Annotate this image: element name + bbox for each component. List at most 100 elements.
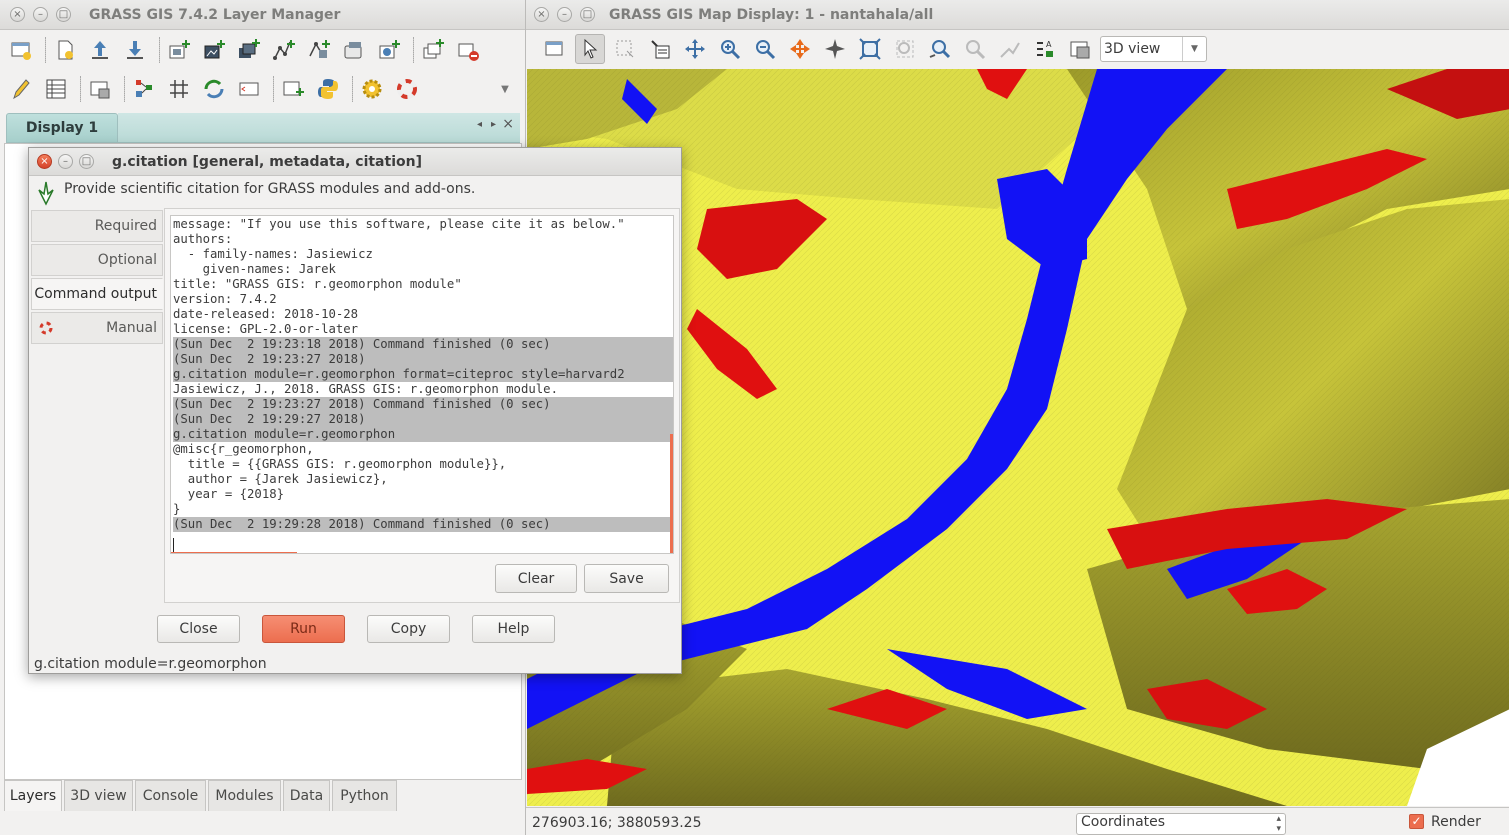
tab-console[interactable]: Console [135,780,206,811]
select-icon[interactable] [610,34,640,64]
tab-left-arrow-icon[interactable]: ◂ [477,119,482,130]
maximize-icon[interactable]: □ [580,7,595,22]
help-lifebuoy-icon[interactable] [392,74,422,104]
output-line: message: "If you use this software, plea… [173,217,625,231]
dialog-title: g.citation [general, metadata, citation] [112,153,422,170]
close-icon[interactable]: × [10,7,25,22]
tab-right-arrow-icon[interactable]: ▸ [491,119,496,130]
toolbar-overflow-chevron-icon[interactable]: ▼ [490,74,520,104]
remove-layer-icon[interactable] [453,35,483,65]
save-button[interactable]: Save [584,564,669,593]
add-raster-icon[interactable] [164,35,194,65]
map-calculator-icon[interactable] [85,74,115,104]
output-line: author = {Jarek Jasiewicz}, [173,472,388,486]
close-icon[interactable]: × [534,7,549,22]
add-overlay-icon[interactable] [339,35,369,65]
fly-through-icon[interactable] [820,34,850,64]
zoom-in-icon[interactable] [715,34,745,64]
tab-required[interactable]: Required [31,210,163,242]
maximize-icon[interactable]: □ [56,7,71,22]
dialog-status-command: g.citation module=r.geomorphon [34,656,267,672]
clear-button[interactable]: Clear [495,564,577,593]
query-icon[interactable] [645,34,675,64]
output-line: } [173,502,181,516]
output-line: @misc{r_geomorphon, [173,442,314,456]
tab-manual[interactable]: Manual [31,312,163,344]
output-line: year = {2018} [173,487,285,501]
output-line: Jasiewicz, J., 2018. GRASS GIS: r.geomor… [173,382,558,396]
zoom-out-icon[interactable] [750,34,780,64]
zoom-region-icon[interactable] [890,34,920,64]
minimize-icon[interactable]: – [58,154,73,169]
display-tab-strip: ◂ ▸ × [118,113,520,143]
navigation-icon[interactable] [785,34,815,64]
output-line: title: "GRASS GIS: r.geomorphon module" [173,277,462,291]
settings-gear-icon[interactable] [357,74,387,104]
dialog-titlebar[interactable]: × – □ g.citation [general, metadata, cit… [29,148,681,176]
render-checkbox[interactable]: ✓ [1409,814,1424,829]
add-raster-misc-icon[interactable] [199,35,229,65]
updown-icon: ▴ ▾ [1276,814,1281,834]
tab-data[interactable]: Data [283,780,330,811]
tab-modules[interactable]: Modules [208,780,281,811]
layer-manager-titlebar[interactable]: × – □ GRASS GIS 7.4.2 Layer Manager [0,0,525,30]
zoom-back-icon[interactable] [925,34,955,64]
coordinates-readout: 276903.16; 3880593.25 [532,815,702,831]
help-button[interactable]: Help [472,615,555,643]
layer-manager-toolbar-1 [0,32,525,68]
zoom-extent-icon[interactable] [855,34,885,64]
python-shell-icon[interactable] [313,74,343,104]
open-workspace-icon[interactable] [85,35,115,65]
output-scroll-indicator[interactable] [171,552,297,553]
launch-script-icon[interactable] [278,74,308,104]
minimize-icon[interactable]: – [557,7,572,22]
tab-3d-view[interactable]: 3D view [64,780,133,811]
analyze-icon[interactable] [995,34,1025,64]
tab-layers[interactable]: Layers [4,780,62,811]
tab-close-icon[interactable]: × [502,116,514,132]
add-group-icon[interactable] [418,35,448,65]
minimize-icon[interactable]: – [33,7,48,22]
overlay-text-icon[interactable]: A [1030,34,1060,64]
pointer-icon[interactable] [575,34,605,64]
copy-button[interactable]: Copy [367,615,450,643]
output-panel: message: "If you use this software, plea… [164,208,680,603]
svg-text:A: A [1046,40,1052,49]
georectifier-icon[interactable] [164,74,194,104]
output-textarea[interactable]: message: "If you use this software, plea… [170,215,674,554]
output-line-highlighted: g.citation module=r.geomorphon format=ci… [173,367,673,382]
output-line-highlighted: (Sun Dec 2 19:23:27 2018) Command finish… [173,397,673,412]
edit-vector-icon[interactable] [6,74,36,104]
map-display-titlebar[interactable]: × – □ GRASS GIS Map Display: 1 - nantaha… [526,0,1509,30]
add-vector-misc-icon[interactable] [304,35,334,65]
new-workspace-icon[interactable] [50,35,80,65]
display-tab[interactable]: Display 1 [6,113,118,143]
save-workspace-icon[interactable] [120,35,150,65]
gcp-manager-icon[interactable] [199,74,229,104]
add-raster-group-icon[interactable] [234,35,264,65]
attribute-table-icon[interactable] [41,74,71,104]
output-vscroll-indicator[interactable] [670,434,673,553]
tab-python[interactable]: Python [332,780,397,811]
save-map-icon[interactable] [1065,34,1095,64]
run-button[interactable]: Run [262,615,345,643]
cartographic-composer-icon[interactable] [234,74,264,104]
display-map-icon[interactable] [540,34,570,64]
grass-logo-icon [33,180,59,206]
display-tab-label: Display 1 [25,120,99,136]
maximize-icon[interactable]: □ [79,154,94,169]
add-web-service-icon[interactable] [374,35,404,65]
module-description: Provide scientific citation for GRASS mo… [64,181,476,197]
close-icon[interactable]: × [37,154,52,169]
add-vector-icon[interactable] [269,35,299,65]
tab-command-output[interactable]: Command output [31,278,163,310]
view-mode-select[interactable]: 3D view ▼ [1100,36,1207,62]
g-citation-dialog: × – □ g.citation [general, metadata, cit… [28,147,682,674]
statusbar-mode-select[interactable]: Coordinates ▴ ▾ [1076,813,1286,835]
graphical-modeler-icon[interactable] [129,74,159,104]
tab-optional[interactable]: Optional [31,244,163,276]
close-button[interactable]: Close [157,615,240,643]
pan-icon[interactable] [680,34,710,64]
new-display-icon[interactable] [6,35,36,65]
zoom-menu-icon[interactable] [960,34,990,64]
